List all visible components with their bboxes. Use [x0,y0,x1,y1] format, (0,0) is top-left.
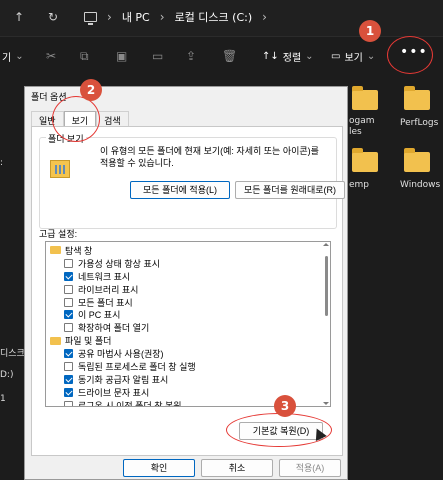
tree-option[interactable]: 동기화 공급자 알림 표시 [50,373,326,386]
scroll-down-icon[interactable] [323,402,329,405]
step-badge-2: 2 [80,79,102,101]
apply-to-folders-button[interactable]: 모든 폴더에 적용(L) [130,181,230,199]
tree-option[interactable]: 이 PC 표시 [50,308,326,321]
delete-icon[interactable]: 🗑 [222,49,237,63]
sort-label: 정렬 [282,53,302,64]
folder-icon[interactable] [404,148,430,172]
folder-views-icon [50,160,70,178]
new-button-fragment[interactable]: 기 ⌄ [2,49,24,64]
sort-button[interactable]: ↑↓ 정렬 ⌄ [262,49,314,64]
breadcrumb: › 내 PC › 로컬 디스크 (C:) › [84,9,267,25]
folder-icon [50,336,61,345]
scroll-up-icon[interactable] [323,243,329,246]
tree-option-label: 공유 마법사 사용(권장) [78,349,164,360]
tree-option-label: 로그온 시 이전 폴더 창 복원 [78,400,182,407]
checkbox[interactable] [64,349,73,359]
ok-button[interactable]: 확인 [123,459,195,477]
folder-label-windows[interactable]: Windows [400,180,440,190]
refresh-icon[interactable]: ↻ [48,10,58,24]
checkbox[interactable] [64,374,73,384]
tree-option-label: 모든 폴더 표시 [78,297,133,308]
folder-views-group: 폴더 보기 이 유형의 모든 폴더에 현재 보기(예: 자세히 또는 아이콘)를… [39,132,345,229]
view-tab-panel: 폴더 보기 이 유형의 모든 폴더에 현재 보기(예: 자세히 또는 아이콘)를… [31,126,345,456]
apply-button[interactable]: 적용(A) [279,459,341,477]
breadcrumb-local-disk[interactable]: 로컬 디스크 (C:) [175,9,253,25]
advanced-settings-tree[interactable]: 탐색 창가용성 상태 항상 표시네트워크 표시라이브러리 표시모든 폴더 표시이… [45,241,331,407]
reset-folders-button[interactable]: 모든 폴더를 원래대로(R) [235,181,345,199]
tree-option-label: 네트워크 표시 [78,271,131,282]
sidebar-item-drive-d[interactable]: D:) [0,370,13,380]
folder-icon[interactable] [352,86,378,110]
tree-category[interactable]: 파일 및 폴더 [50,334,326,347]
checkbox[interactable] [64,284,73,294]
annotation-circle [387,36,433,74]
breadcrumb-this-pc[interactable]: 내 PC [122,9,150,25]
sidebar-item[interactable]: 1 [0,394,6,404]
tree-option[interactable]: 라이브러리 표시 [50,283,326,296]
folder-icon[interactable] [404,86,430,110]
checkbox[interactable] [64,258,73,268]
tree-option-label: 파일 및 폴더 [65,336,112,347]
cut-icon[interactable]: ✂ [46,49,56,63]
step-badge-3: 3 [274,395,296,417]
tree-option-label: 탐색 창 [65,245,93,256]
tree-option[interactable]: 독립된 프로세스로 폴더 창 실행 [50,360,326,373]
tab-search[interactable]: 검색 [96,111,129,127]
folder-icon[interactable] [352,148,378,172]
tree-option[interactable]: 공유 마법사 사용(권장) [50,347,326,360]
chevron-down-icon: ⌄ [366,51,376,62]
checkbox[interactable] [64,387,73,397]
tree-option-label: 라이브러리 표시 [78,284,139,295]
chevron-down-icon: ⌄ [305,51,314,62]
advanced-settings-label: 고급 설정: [39,229,78,239]
annotation-circle [52,96,100,142]
folder-label-perflogs[interactable]: PerfLogs [400,118,438,128]
tree-option-label: 확장하여 폴더 열기 [78,323,150,334]
sort-icon: ↑↓ [262,51,279,62]
tree-option-label: 가용성 상태 항상 표시 [78,258,161,269]
folder-label-fragment[interactable]: emp [349,180,369,190]
tree-option[interactable]: 네트워크 표시 [50,270,326,283]
folder-icon [50,246,61,255]
step-badge-1: 1 [359,20,381,42]
tree-option-label: 동기화 공급자 알림 표시 [78,374,169,385]
scrollbar-thumb[interactable] [325,256,328,316]
view-button[interactable]: ▭ 보기 ⌄ [331,49,375,64]
tree-option-label: 독립된 프로세스로 폴더 창 실행 [78,361,196,372]
folder-views-description: 이 유형의 모든 폴더에 현재 보기(예: 자세히 또는 아이콘)를 적용할 수… [100,146,319,168]
checkbox[interactable] [64,400,73,406]
checkbox[interactable] [64,310,73,320]
tree-option-label: 이 PC 표시 [78,310,121,321]
tree-option[interactable]: 가용성 상태 항상 표시 [50,257,326,270]
checkbox[interactable] [64,271,73,281]
checkbox[interactable] [64,361,73,371]
breadcrumb-separator-icon: › [159,10,165,24]
rename-icon[interactable]: ▭ [152,49,163,63]
cancel-button[interactable]: 취소 [201,459,273,477]
sidebar-item[interactable]: : [0,158,3,168]
share-icon[interactable]: ⇪ [186,49,196,63]
tree-option[interactable]: 모든 폴더 표시 [50,296,326,309]
command-bar: 기 ⌄ ✂ ⧉ ▣ ▭ ⇪ 🗑 ↑↓ 정렬 ⌄ ▭ 보기 ⌄ [0,36,443,84]
breadcrumb-separator-icon: › [262,10,267,24]
back-arrow-icon[interactable]: ↑ [14,10,24,24]
tree-option[interactable]: 확장하여 폴더 열기 [50,321,326,334]
tree-option-label: 드라이브 문자 표시 [78,387,150,398]
checkbox[interactable] [64,323,73,333]
folder-label-fragment[interactable]: ogam les [349,116,375,138]
breadcrumb-separator-icon: › [107,10,112,24]
sidebar-item-local-disk[interactable]: 디스크 [0,346,25,359]
computer-icon [84,12,97,25]
view-label: 보기 [344,53,363,64]
checkbox[interactable] [64,297,73,307]
paste-icon[interactable]: ▣ [116,49,127,63]
view-icon: ▭ [331,51,341,62]
tree-category[interactable]: 탐색 창 [50,244,326,257]
copy-icon[interactable]: ⧉ [80,49,89,64]
